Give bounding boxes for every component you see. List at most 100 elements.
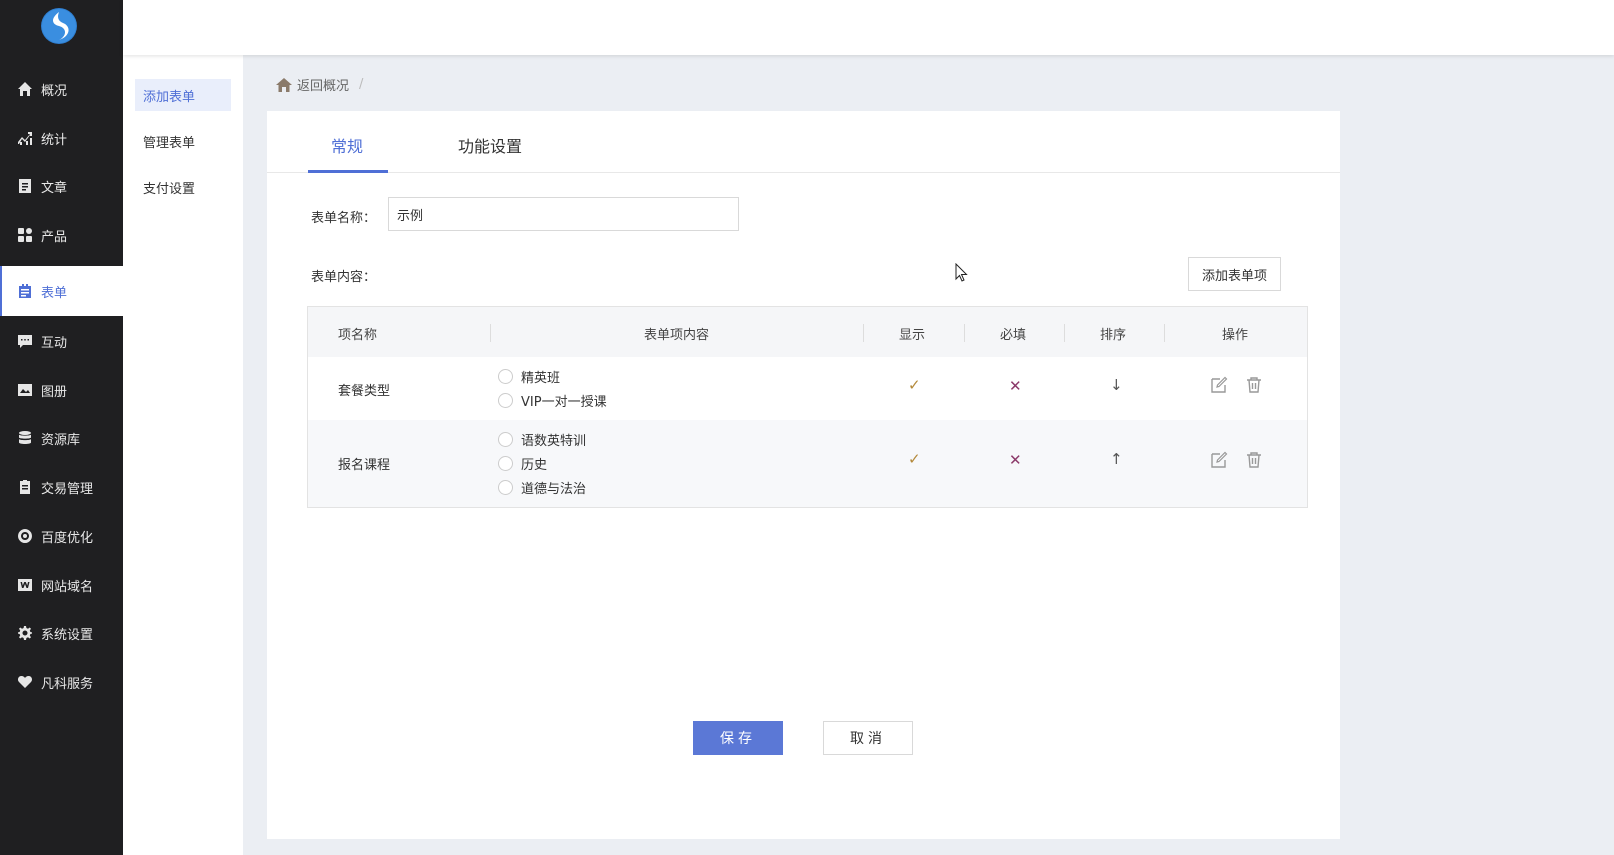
sidebar-item-interaction[interactable]: 互动 [0,316,123,366]
option-label: 历史 [521,458,548,473]
breadcrumb-separator: / [359,77,364,92]
sidebar-item-domain[interactable]: 网站域名 [0,560,123,610]
radio-button[interactable] [498,456,513,471]
sidebar-item-article[interactable]: 文章 [0,161,123,211]
tab-bar: 常规 功能设置 [267,111,1340,173]
table-header: 项名称 表单项内容 显示 必填 排序 操作 [308,307,1307,357]
main-sidebar: 概况 统计 文章 产品 表单 互动 图册 资源库 交易管理 百度优化 网站域名 [0,0,123,855]
sidebar-item-label: 产品 [41,229,68,245]
radio-button[interactable] [498,369,513,384]
home-icon [276,77,292,92]
sidebar-item-album[interactable]: 图册 [0,365,123,415]
option-label: 道德与法治 [521,482,587,497]
sort-up-icon[interactable]: ↑ [1110,450,1123,468]
sidebar-item-label: 表单 [41,285,68,301]
logo-icon [42,9,76,43]
product-icon [17,227,33,243]
subnav-add-form[interactable]: 添加表单 [135,79,231,111]
col-header-required: 必填 [1000,328,1027,343]
active-tab-indicator [308,170,388,173]
domain-icon [17,577,33,593]
show-check-icon[interactable]: ✓ [908,450,921,468]
radio-button[interactable] [498,393,513,408]
col-header-content: 表单项内容 [644,328,710,343]
column-divider [1064,324,1065,342]
home-icon [17,81,33,97]
trade-icon [17,479,33,495]
edit-icon[interactable] [1210,376,1228,394]
mouse-cursor-icon [955,263,968,282]
table-row: 报名课程 语数英特训 历史 道德与法治 ✓ ✕ ↑ [308,420,1307,507]
option-item: 语数英特训 [498,430,586,449]
option-item: 历史 [498,454,547,473]
sidebar-item-settings[interactable]: 系统设置 [0,608,123,658]
item-name: 报名课程 [338,458,391,473]
sidebar-item-trade[interactable]: 交易管理 [0,462,123,512]
sidebar-item-label: 互动 [41,335,68,351]
option-label: 语数英特训 [521,434,587,449]
save-button[interactable]: 保存 [693,721,783,755]
column-divider [1164,324,1165,342]
subnav-manage-form[interactable]: 管理表单 [135,125,231,157]
col-header-name: 项名称 [338,328,378,343]
tab-general[interactable]: 常规 [331,133,363,157]
subnav-payment-settings[interactable]: 支付设置 [135,171,231,203]
col-header-show: 显示 [899,328,926,343]
heart-icon [17,674,33,690]
database-icon [17,430,33,446]
form-name-label: 表单名称： [311,211,377,226]
tab-feature-settings[interactable]: 功能设置 [458,133,522,157]
radio-button[interactable] [498,480,513,495]
required-cross-icon[interactable]: ✕ [1009,451,1022,469]
sidebar-item-seo[interactable]: 百度优化 [0,511,123,561]
form-name-input[interactable] [388,197,739,231]
delete-icon[interactable] [1245,451,1263,469]
sidebar-item-label: 凡科服务 [41,676,94,692]
top-bar [123,0,1614,55]
stats-icon [17,130,33,146]
option-item: 道德与法治 [498,478,586,497]
sidebar-item-form[interactable]: 表单 [0,266,123,316]
sidebar-item-label: 统计 [41,132,68,148]
form-content-label: 表单内容： [311,270,377,285]
sidebar-item-label: 资源库 [41,432,81,448]
sub-navigation: 添加表单 管理表单 支付设置 [123,55,243,855]
form-icon [17,283,33,299]
sidebar-item-label: 图册 [41,384,68,400]
add-form-item-button[interactable]: 添加表单项 [1188,257,1281,291]
sidebar-item-resource[interactable]: 资源库 [0,413,123,463]
option-item: 精英班 [498,367,560,386]
app-logo[interactable] [41,8,77,44]
form-items-table: 项名称 表单项内容 显示 必填 排序 操作 套餐类型 精英班 VIP一对一授课 … [307,306,1308,508]
article-icon [17,178,33,194]
sort-down-icon[interactable]: ↓ [1110,376,1123,394]
item-name: 套餐类型 [338,384,391,399]
column-divider [490,324,491,342]
gear-icon [17,625,33,641]
sidebar-item-label: 交易管理 [41,481,94,497]
option-item: VIP一对一授课 [498,391,607,410]
sidebar-item-overview[interactable]: 概况 [0,64,123,114]
sidebar-item-service[interactable]: 凡科服务 [0,657,123,707]
sidebar-item-label: 概况 [41,83,68,99]
col-header-sort: 排序 [1100,328,1127,343]
chat-icon [17,333,33,349]
sidebar-item-label: 系统设置 [41,627,94,643]
cancel-button[interactable]: 取消 [823,721,913,755]
sidebar-item-stats[interactable]: 统计 [0,113,123,163]
column-divider [964,324,965,342]
table-row: 套餐类型 精英班 VIP一对一授课 ✓ ✕ ↓ [308,357,1307,420]
show-check-icon[interactable]: ✓ [908,376,921,394]
sidebar-item-label: 百度优化 [41,530,94,546]
sidebar-item-product[interactable]: 产品 [0,210,123,260]
delete-icon[interactable] [1245,376,1263,394]
breadcrumb: 返回概况 / [276,75,363,94]
col-header-actions: 操作 [1222,328,1249,343]
back-to-overview-link[interactable]: 返回概况 [297,75,349,94]
option-label: 精英班 [521,371,561,386]
column-divider [863,324,864,342]
edit-icon[interactable] [1210,451,1228,469]
sidebar-item-label: 文章 [41,180,68,196]
required-cross-icon[interactable]: ✕ [1009,377,1022,395]
radio-button[interactable] [498,432,513,447]
